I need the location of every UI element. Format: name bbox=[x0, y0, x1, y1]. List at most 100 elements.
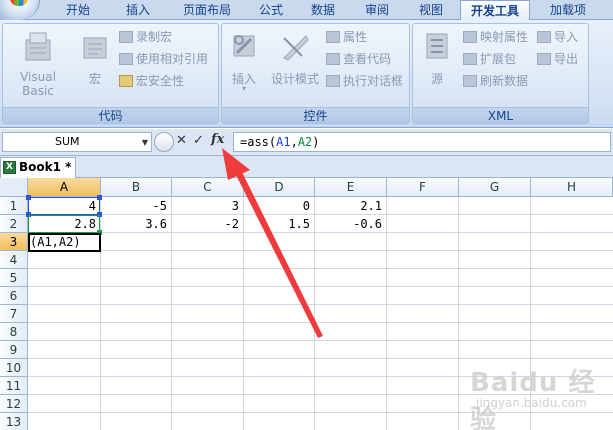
insert-function-icon[interactable]: fx bbox=[211, 132, 224, 147]
tab-page-layout[interactable]: 页面布局 bbox=[172, 0, 242, 20]
row-header-7[interactable]: 7 bbox=[0, 305, 28, 323]
enter-check-icon[interactable]: ✓ bbox=[193, 133, 204, 148]
row-header-10[interactable]: 10 bbox=[0, 359, 28, 377]
row-header-6[interactable]: 6 bbox=[0, 287, 28, 305]
macro-button[interactable]: 宏 bbox=[75, 30, 115, 86]
refresh-data-label: 刷新数据 bbox=[480, 74, 529, 88]
row-header-3[interactable]: 3 bbox=[0, 233, 28, 251]
macro-security-label: 宏安全性 bbox=[136, 74, 185, 88]
tab-developer[interactable]: 开发工具 bbox=[460, 0, 530, 21]
name-box-value: SUM bbox=[55, 135, 80, 148]
row-header-2[interactable]: 2 bbox=[0, 215, 28, 233]
row-header-8[interactable]: 8 bbox=[0, 323, 28, 341]
name-box[interactable]: SUM ▼ bbox=[2, 132, 152, 152]
cell-e1[interactable]: 2.1 bbox=[314, 197, 386, 215]
column-header-b[interactable]: B bbox=[101, 178, 172, 197]
cancel-icon[interactable]: ✕ bbox=[176, 133, 187, 148]
column-header-d[interactable]: D bbox=[244, 178, 315, 197]
row-header-12[interactable]: 12 bbox=[0, 395, 28, 413]
tools-icon bbox=[233, 35, 255, 57]
run-dialog-button[interactable]: 执行对话框 bbox=[326, 72, 403, 90]
cell-c2[interactable]: -2 bbox=[171, 215, 243, 233]
row-header-13[interactable]: 13 bbox=[0, 413, 28, 430]
run-dialog-icon bbox=[326, 74, 340, 87]
tab-formulas[interactable]: 公式 bbox=[250, 0, 292, 20]
tab-insert[interactable]: 插入 bbox=[112, 0, 164, 20]
formula-prefix: =ass( bbox=[240, 135, 277, 149]
cell-e2[interactable]: -0.6 bbox=[314, 215, 386, 233]
export-button[interactable]: 导出 bbox=[537, 50, 578, 68]
formula-bar-toggle-icon[interactable] bbox=[154, 132, 174, 152]
record-macro-label: 录制宏 bbox=[136, 30, 173, 44]
refresh-data-button[interactable]: 刷新数据 bbox=[463, 72, 528, 90]
group-code-label: 代码 bbox=[3, 107, 218, 123]
reference-box-a1 bbox=[28, 197, 100, 215]
expansion-packs-button[interactable]: 扩展包 bbox=[463, 50, 516, 68]
gridline bbox=[28, 286, 613, 287]
row-header-1[interactable]: 1 bbox=[0, 197, 28, 215]
row-header-5[interactable]: 5 bbox=[0, 269, 28, 287]
cell-c1[interactable]: 3 bbox=[171, 197, 243, 215]
tab-data[interactable]: 数据 bbox=[300, 0, 346, 20]
select-all-corner[interactable] bbox=[0, 178, 28, 197]
group-controls-label: 控件 bbox=[222, 107, 409, 123]
reference-handle[interactable] bbox=[26, 195, 31, 200]
row-header-11[interactable]: 11 bbox=[0, 377, 28, 395]
cell-b2[interactable]: 3.6 bbox=[100, 215, 171, 233]
row-header-9[interactable]: 9 bbox=[0, 341, 28, 359]
import-button[interactable]: 导入 bbox=[537, 28, 578, 46]
map-properties-label: 映射属性 bbox=[480, 30, 529, 44]
workbook-tab[interactable]: X Book1 * bbox=[0, 157, 76, 178]
run-dialog-label: 执行对话框 bbox=[343, 74, 404, 88]
visual-basic-label: Visual Basic bbox=[20, 70, 56, 98]
refresh-icon bbox=[463, 74, 477, 87]
office-button[interactable] bbox=[0, 0, 40, 20]
column-header-g[interactable]: G bbox=[459, 178, 531, 197]
tab-review[interactable]: 审阅 bbox=[354, 0, 400, 20]
insert-control-button[interactable]: 插入 ▾ bbox=[224, 30, 264, 93]
record-macro-button[interactable]: 录制宏 bbox=[119, 28, 172, 46]
cell-d1[interactable]: 0 bbox=[243, 197, 314, 215]
formula-separator: , bbox=[290, 135, 298, 149]
map-properties-button[interactable]: 映射属性 bbox=[463, 28, 528, 46]
gridline bbox=[28, 268, 613, 269]
visual-basic-button[interactable]: Visual Basic bbox=[3, 30, 73, 98]
warning-icon bbox=[119, 74, 133, 87]
chevron-down-icon: ▾ bbox=[241, 84, 246, 93]
source-icon bbox=[426, 33, 448, 59]
cell-b1[interactable]: -5 bbox=[100, 197, 171, 215]
macro-security-button[interactable]: 宏安全性 bbox=[119, 72, 184, 90]
group-controls: 插入 ▾ 设计模式 属性 查看代码 执行对话框 控件 bbox=[221, 23, 410, 124]
import-label: 导入 bbox=[554, 30, 579, 44]
row-header-4[interactable]: 4 bbox=[0, 251, 28, 269]
name-box-dropdown-icon[interactable]: ▼ bbox=[142, 134, 148, 152]
column-header-a[interactable]: A bbox=[28, 178, 101, 197]
tab-view[interactable]: 视图 bbox=[408, 0, 454, 20]
tab-addins[interactable]: 加载项 bbox=[538, 0, 598, 20]
design-mode-button[interactable]: 设计模式 bbox=[266, 30, 324, 86]
source-button[interactable]: 源 bbox=[417, 30, 457, 86]
formula-ref-a2: A2 bbox=[297, 135, 313, 149]
office-logo-icon bbox=[10, 0, 28, 6]
properties-button[interactable]: 属性 bbox=[326, 28, 367, 46]
cell-d2[interactable]: 1.5 bbox=[243, 215, 314, 233]
group-xml: 源 映射属性 扩展包 刷新数据 导入 导出 XML bbox=[412, 23, 589, 124]
view-code-button[interactable]: 查看代码 bbox=[326, 50, 391, 68]
view-code-label: 查看代码 bbox=[343, 52, 392, 66]
tab-home[interactable]: 开始 bbox=[52, 0, 104, 20]
excel-workbook-icon: X bbox=[3, 161, 16, 174]
column-header-e[interactable]: E bbox=[315, 178, 387, 197]
map-properties-icon bbox=[463, 30, 477, 43]
column-header-c[interactable]: C bbox=[172, 178, 244, 197]
design-mode-label: 设计模式 bbox=[270, 72, 319, 86]
visual-basic-icon bbox=[25, 32, 51, 61]
column-header-h[interactable]: H bbox=[531, 178, 613, 197]
formula-input[interactable]: =ass(A1,A2) bbox=[233, 132, 611, 152]
gridline bbox=[28, 250, 613, 251]
relative-reference-button[interactable]: 使用相对引用 bbox=[119, 50, 208, 68]
expansion-packs-icon bbox=[463, 52, 477, 65]
ribbon-developer: Visual Basic 宏 录制宏 使用相对引用 宏安全性 代码 插入 ▾ 设… bbox=[0, 20, 613, 128]
reference-handle[interactable] bbox=[97, 195, 102, 200]
gridline bbox=[28, 340, 613, 341]
column-header-f[interactable]: F bbox=[387, 178, 459, 197]
